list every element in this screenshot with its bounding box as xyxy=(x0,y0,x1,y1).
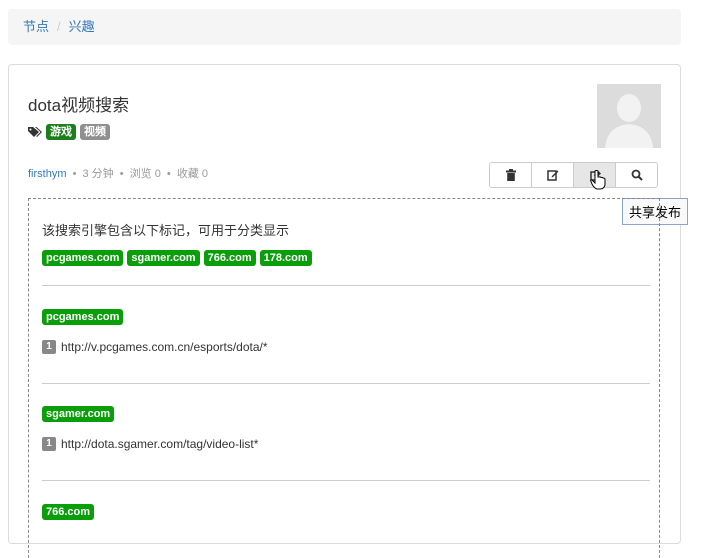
breadcrumb: 节点 / 兴趣 xyxy=(8,9,681,45)
engine-content: 该搜索引擎包含以下标记，可用于分类显示 pcgames.com sgamer.c… xyxy=(28,198,660,558)
author-link[interactable]: firsthym xyxy=(28,168,67,180)
edit-button[interactable] xyxy=(531,162,574,188)
edit-icon xyxy=(546,170,558,181)
tags-icon xyxy=(28,127,42,137)
mark-sgamer[interactable]: sgamer.com xyxy=(127,250,200,266)
tag-list: 游戏 视频 xyxy=(28,124,110,140)
tag-game[interactable]: 游戏 xyxy=(46,124,76,140)
rule-row: 1 http://dota.sgamer.com/tag/video-list* xyxy=(42,437,258,451)
divider xyxy=(42,480,650,481)
tag-video[interactable]: 视频 xyxy=(80,124,110,140)
time-ago: 3 分钟 xyxy=(82,168,114,180)
default-avatar-icon xyxy=(597,84,661,148)
favorite-count: 收藏 0 xyxy=(176,168,209,180)
content-description: 该搜索引擎包含以下标记，可用于分类显示 xyxy=(42,223,290,238)
breadcrumb-separator: / xyxy=(57,19,61,34)
divider xyxy=(42,383,650,384)
breadcrumb-item-interest[interactable]: 兴趣 xyxy=(69,19,95,34)
section-mark-766[interactable]: 766.com xyxy=(42,504,95,520)
hand-cursor-icon xyxy=(590,170,606,190)
engine-title: dota视频搜索 xyxy=(28,96,130,115)
section-mark-sgamer[interactable]: sgamer.com xyxy=(42,406,115,422)
delete-button[interactable] xyxy=(489,162,532,188)
search-icon xyxy=(631,169,643,181)
mark-766[interactable]: 766.com xyxy=(203,250,256,266)
action-toolbar xyxy=(489,162,658,188)
view-count: 浏览 0 xyxy=(129,168,161,180)
engine-meta: firsthym • 3 分钟 • 浏览 0 • 收藏 0 xyxy=(28,168,209,180)
breadcrumb-item-nodes[interactable]: 节点 xyxy=(23,19,49,34)
trash-icon xyxy=(505,169,516,181)
search-button[interactable] xyxy=(615,162,658,188)
rule-row: 1 http://v.pcgames.com.cn/esports/dota/* xyxy=(42,340,268,354)
rule-url: http://dota.sgamer.com/tag/video-list* xyxy=(61,437,259,451)
divider xyxy=(42,285,650,286)
avatar[interactable] xyxy=(597,84,661,148)
rule-url: http://v.pcgames.com.cn/esports/dota/* xyxy=(61,340,268,354)
mark-178[interactable]: 178.com xyxy=(259,250,312,266)
rule-number: 1 xyxy=(42,437,56,451)
rule-number: 1 xyxy=(42,340,56,354)
section-mark-pcgames[interactable]: pcgames.com xyxy=(42,309,124,325)
mark-pcgames[interactable]: pcgames.com xyxy=(42,250,124,266)
mark-list: pcgames.com sgamer.com 766.com 178.com xyxy=(42,250,312,266)
